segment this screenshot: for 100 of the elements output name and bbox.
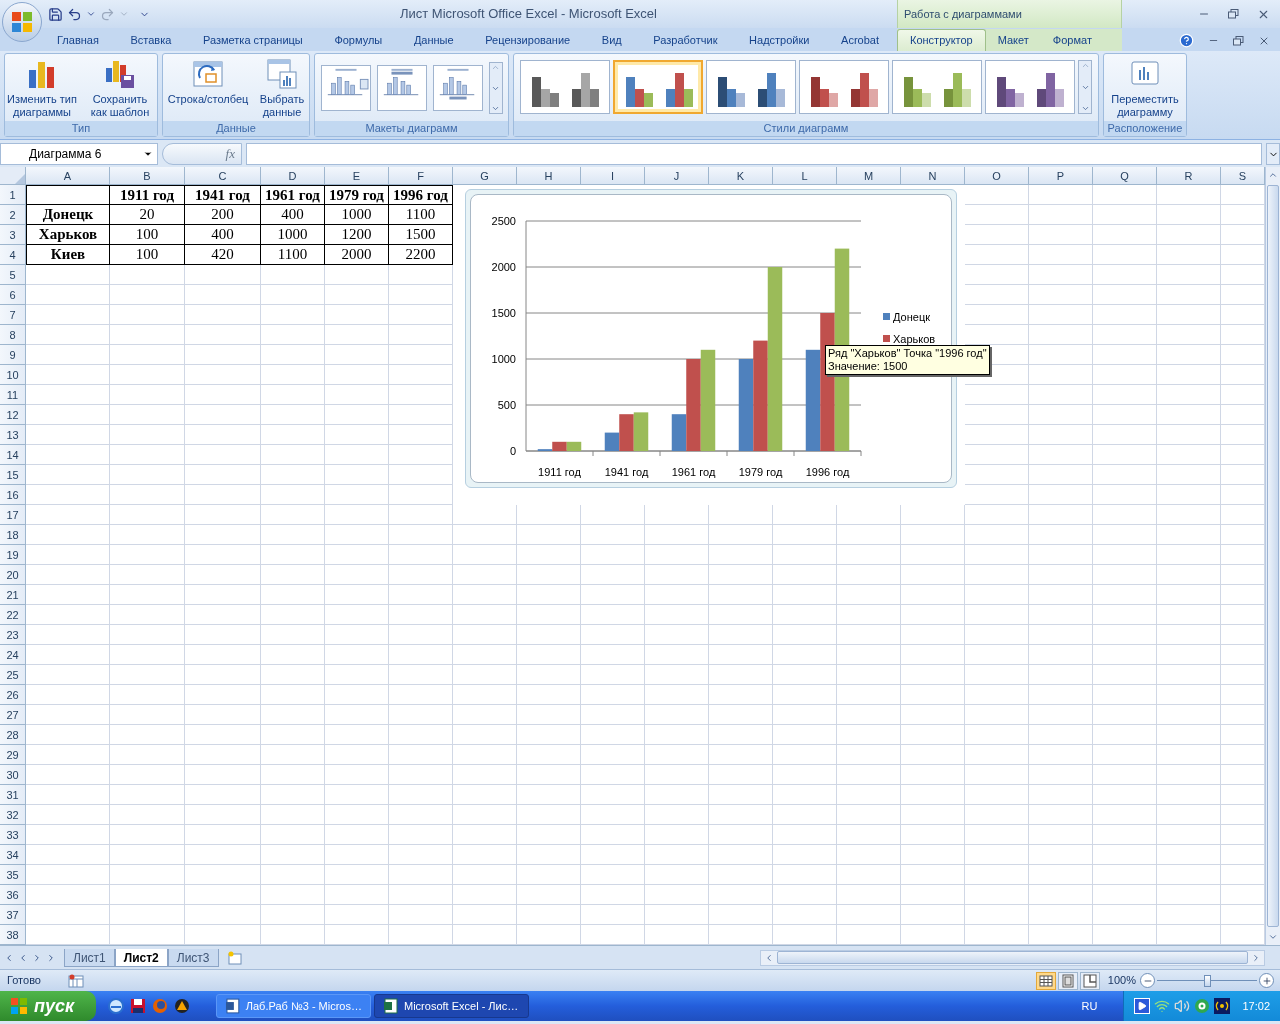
row-header[interactable]: 5 (0, 265, 26, 285)
zoom-out-icon[interactable] (1140, 973, 1155, 988)
ribbon-button[interactable]: Сохранить как шаблон (83, 54, 157, 119)
table-cell[interactable]: 1500 (389, 225, 453, 245)
row-header[interactable]: 22 (0, 605, 26, 625)
row-header[interactable]: 33 (0, 825, 26, 845)
row-header[interactable]: 34 (0, 845, 26, 865)
ribbon-tab[interactable]: Разметка страницы (191, 29, 315, 51)
restore-icon[interactable] (1233, 35, 1244, 46)
ribbon-tab[interactable]: Формулы (322, 29, 395, 51)
table-cell[interactable]: 400 (261, 205, 325, 225)
zoom-level[interactable]: 100% (1107, 972, 1140, 989)
zoom-in-icon[interactable] (1259, 973, 1274, 988)
dropdown-icon[interactable] (86, 9, 96, 19)
row-header[interactable]: 11 (0, 385, 26, 405)
row-header[interactable]: 30 (0, 765, 26, 785)
column-header[interactable]: D (261, 167, 325, 185)
table-cell[interactable]: 400 (185, 225, 261, 245)
chart-style-thumbnail[interactable] (613, 60, 703, 114)
row-header[interactable]: 20 (0, 565, 26, 585)
column-header[interactable]: J (645, 167, 709, 185)
row-header[interactable]: 17 (0, 505, 26, 525)
column-header[interactable]: I (581, 167, 645, 185)
row-header[interactable]: 21 (0, 585, 26, 605)
column-header[interactable]: H (517, 167, 581, 185)
row-header[interactable]: 26 (0, 685, 26, 705)
row-header[interactable]: 1 (0, 185, 26, 205)
scroll-thumb[interactable] (1267, 185, 1279, 927)
row-header[interactable]: 7 (0, 305, 26, 325)
radio-waves-icon[interactable] (1214, 998, 1231, 1014)
column-header[interactable]: F (389, 167, 453, 185)
table-cell[interactable]: 1941 год (185, 185, 261, 205)
table-cell[interactable]: 1100 (389, 205, 453, 225)
chart-style-thumbnail[interactable] (799, 60, 889, 114)
view-button[interactable] (1079, 971, 1100, 990)
taskbar-task[interactable]: Лаб.Раб №3 - Micros… (216, 994, 371, 1018)
row-header[interactable]: 9 (0, 345, 26, 365)
browser-icon[interactable] (108, 998, 124, 1014)
scroll-up-icon[interactable] (491, 63, 500, 72)
ribbon-tab[interactable]: Вставка (118, 29, 184, 51)
row-header[interactable]: 10 (0, 365, 26, 385)
select-all-corner[interactable] (0, 167, 26, 185)
table-cell[interactable]: 420 (185, 245, 261, 265)
table-cell[interactable]: 1961 год (261, 185, 325, 205)
table-cell[interactable]: 200 (185, 205, 261, 225)
table-cell[interactable]: 2200 (389, 245, 453, 265)
row-header[interactable]: 29 (0, 745, 26, 765)
table-cell[interactable]: 100 (110, 245, 185, 265)
next-sheet-icon[interactable] (32, 952, 42, 963)
previous-sheet-icon[interactable] (18, 952, 28, 963)
table-cell[interactable]: Киев (26, 245, 110, 265)
row-header[interactable]: 23 (0, 625, 26, 645)
language-indicator[interactable]: RU (1081, 997, 1124, 1015)
column-header[interactable]: E (325, 167, 389, 185)
macro-record-icon[interactable] (68, 973, 84, 988)
gallery-scroller[interactable] (1078, 60, 1092, 114)
ribbon-tab[interactable]: Формат (1040, 29, 1104, 51)
column-header[interactable]: N (901, 167, 965, 185)
column-header[interactable]: G (453, 167, 517, 185)
column-header[interactable]: M (837, 167, 901, 185)
expand-icon[interactable] (1266, 143, 1280, 165)
row-header[interactable]: 8 (0, 325, 26, 345)
ribbon-button[interactable]: Строка/столбец (164, 54, 252, 106)
row-header[interactable]: 2 (0, 205, 26, 225)
ribbon-button[interactable]: Выбрать данные (256, 54, 308, 119)
layout-thumbnail[interactable] (320, 65, 371, 111)
chart-style-thumbnail[interactable] (892, 60, 982, 114)
fox-globe-icon[interactable] (152, 998, 168, 1014)
row-header[interactable]: 6 (0, 285, 26, 305)
column-header[interactable]: S (1221, 167, 1265, 185)
chart-style-thumbnail[interactable] (985, 60, 1075, 114)
view-button[interactable] (1035, 971, 1056, 990)
row-header[interactable]: 16 (0, 485, 26, 505)
column-header[interactable]: Q (1093, 167, 1157, 185)
row-header[interactable]: 36 (0, 885, 26, 905)
save-icon[interactable] (48, 6, 63, 22)
ribbon-tab[interactable]: Макет (985, 29, 1041, 51)
play-icon[interactable] (1134, 998, 1151, 1014)
column-header[interactable]: L (773, 167, 837, 185)
row-header[interactable]: 32 (0, 805, 26, 825)
row-header[interactable]: 12 (0, 405, 26, 425)
row-header[interactable]: 35 (0, 865, 26, 885)
floppy-icon[interactable] (130, 998, 146, 1014)
row-header[interactable]: 28 (0, 725, 26, 745)
speaker-icon[interactable] (1174, 998, 1191, 1014)
zoom-slider[interactable] (1157, 972, 1257, 989)
last-sheet-icon[interactable] (46, 952, 56, 963)
horizontal-scrollbar[interactable] (760, 949, 1265, 966)
table-cell[interactable]: 1100 (261, 245, 325, 265)
gallery-scroller[interactable] (488, 62, 503, 114)
column-header[interactable]: K (709, 167, 773, 185)
table-cell[interactable]: Донецк (26, 205, 110, 225)
first-sheet-icon[interactable] (4, 952, 14, 963)
ribbon-tab[interactable]: Конструктор (897, 29, 986, 51)
more-icon[interactable] (1080, 104, 1090, 113)
scroll-thumb[interactable] (777, 951, 1248, 964)
slider-thumb[interactable] (1204, 974, 1211, 987)
table-cell[interactable]: 1000 (261, 225, 325, 245)
column-header[interactable]: A (26, 167, 110, 185)
redo-icon[interactable] (100, 6, 115, 22)
